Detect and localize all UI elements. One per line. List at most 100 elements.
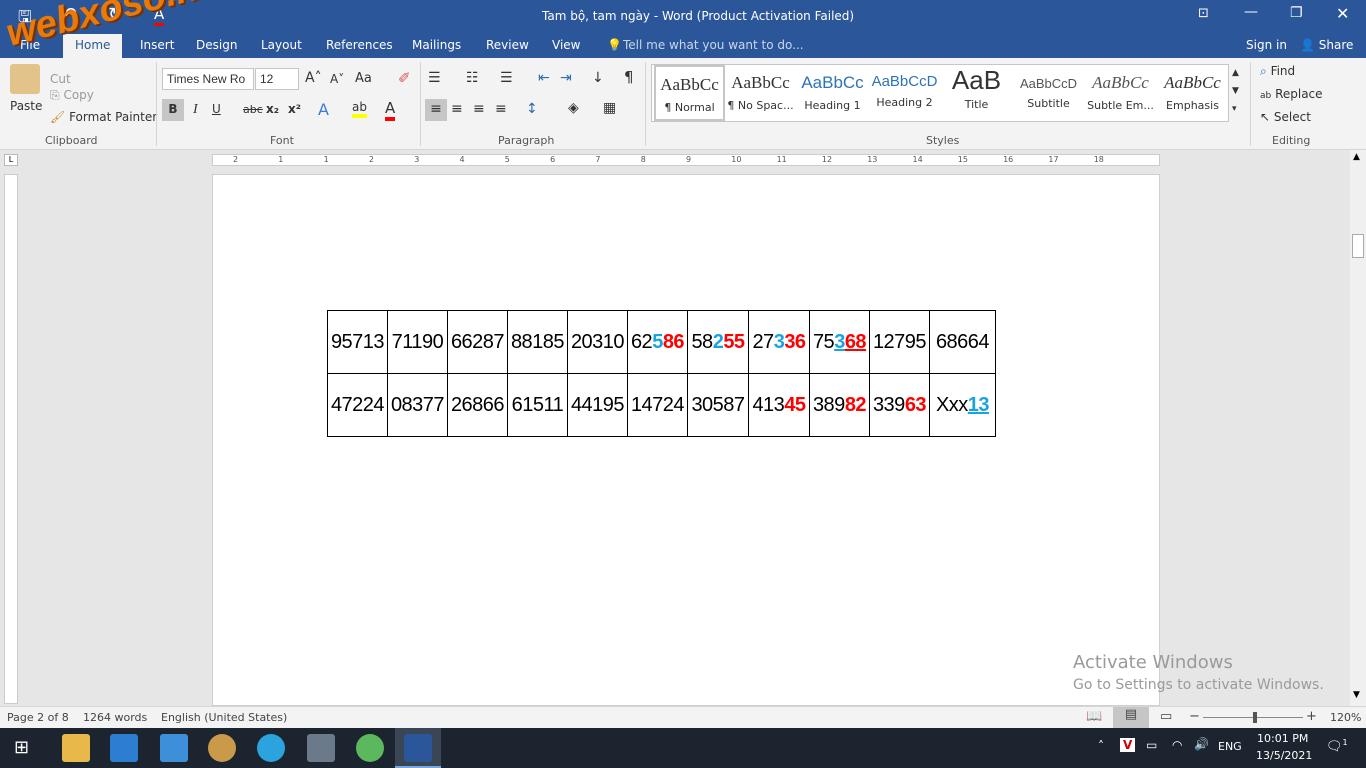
minimize-button[interactable]: — — [1244, 4, 1258, 20]
style-title[interactable]: AaB Title — [941, 65, 1012, 121]
browser-icon[interactable] — [356, 734, 384, 762]
table-cell[interactable]: 62586 — [627, 310, 688, 374]
style-emphasis[interactable]: AaBbCc Emphasis — [1157, 65, 1228, 121]
store-icon[interactable] — [110, 734, 138, 762]
subscript-button[interactable]: x₂ — [266, 102, 279, 116]
table-cell[interactable]: 33963 — [869, 373, 930, 437]
font-size-select[interactable]: 12 — [255, 68, 299, 90]
paste-button[interactable]: Paste — [10, 99, 42, 113]
read-mode-icon[interactable]: 📖 — [1086, 709, 1102, 724]
tab-selector[interactable]: L — [4, 154, 18, 166]
table-cell[interactable]: 14724 — [627, 373, 688, 437]
zoom-slider-thumb[interactable] — [1253, 712, 1257, 723]
sort-icon[interactable]: ↓ — [592, 70, 604, 86]
antivirus-icon[interactable]: V — [1120, 738, 1136, 752]
telegram-icon[interactable] — [257, 734, 285, 762]
align-left-icon[interactable]: ≡ — [425, 99, 447, 121]
tab-references[interactable]: References — [326, 38, 393, 52]
change-case-button[interactable]: Aa — [355, 71, 372, 86]
paint-icon[interactable] — [208, 734, 236, 762]
table-cell[interactable]: 38982 — [809, 373, 870, 437]
tab-design[interactable]: Design — [196, 38, 237, 52]
format-painter-button[interactable]: 🖌 Format Painter — [50, 110, 157, 124]
grow-font-icon[interactable]: A˄ — [305, 70, 322, 86]
table-cell[interactable]: 30587 — [687, 373, 749, 437]
calculator-icon[interactable] — [307, 734, 335, 762]
file-explorer-icon[interactable] — [62, 734, 90, 762]
bold-button[interactable]: B — [162, 99, 184, 121]
find-button[interactable]: ⌕ Find — [1260, 64, 1295, 79]
tab-mailings[interactable]: Mailings — [412, 38, 461, 52]
control-panel-icon[interactable] — [160, 734, 188, 762]
tab-view[interactable]: View — [552, 38, 580, 52]
decrease-indent-icon[interactable]: ⇤ — [538, 70, 550, 86]
notifications-icon[interactable]: 🗨1 — [1326, 738, 1348, 754]
style-subtle-emphasis[interactable]: AaBbCc Subtle Em... — [1085, 65, 1156, 121]
tab-review[interactable]: Review — [486, 38, 529, 52]
web-layout-icon[interactable]: ▭ — [1160, 709, 1172, 724]
justify-icon[interactable]: ≡ — [495, 101, 507, 117]
numbering-icon[interactable]: ☷ — [466, 70, 479, 86]
table-cell[interactable]: 26866 — [447, 373, 508, 437]
clock-date[interactable]: 13/5/2021 — [1256, 749, 1312, 762]
underline-button[interactable]: U — [212, 102, 221, 116]
zoom-out-button[interactable]: − — [1189, 709, 1200, 724]
style-no-spacing[interactable]: AaBbCc ¶ No Spac... — [725, 65, 796, 121]
copy-button[interactable]: ⎘ Copy — [50, 88, 94, 103]
borders-icon[interactable]: ▦ — [603, 100, 616, 116]
wifi-icon[interactable]: ◠ — [1172, 738, 1182, 752]
text-effects-icon[interactable]: A — [318, 100, 329, 119]
table-cell[interactable]: 71190 — [387, 310, 448, 374]
cut-button[interactable]: Cut — [50, 72, 71, 86]
table-cell[interactable]: 68664 — [929, 310, 996, 374]
font-color-icon[interactable]: A — [385, 99, 396, 121]
sign-in-link[interactable]: Sign in — [1246, 38, 1287, 52]
shrink-font-icon[interactable]: A˅ — [330, 72, 344, 86]
paste-icon[interactable] — [10, 64, 40, 94]
ribbon-display-icon[interactable]: ⊡ — [1198, 6, 1209, 21]
styles-scroll-down[interactable]: ▼ — [1232, 86, 1239, 96]
show-hidden-icons[interactable]: ˄ — [1098, 739, 1104, 753]
italic-button[interactable]: I — [193, 102, 198, 118]
table-cell[interactable]: 95713 — [327, 310, 388, 374]
horizontal-ruler[interactable]: 2 1 1 2 3 4 5 6 7 8 9 10 11 12 13 14 15 16 17 18 — [212, 154, 1160, 166]
table-cell[interactable]: 08377 — [387, 373, 448, 437]
style-normal[interactable]: AaBbCc ¶ Normal — [654, 65, 725, 121]
table-cell[interactable]: 88185 — [507, 310, 568, 374]
align-center-icon[interactable]: ≡ — [451, 101, 463, 117]
superscript-button[interactable]: x² — [288, 102, 301, 116]
align-right-icon[interactable]: ≡ — [473, 101, 485, 117]
vertical-ruler[interactable] — [4, 174, 18, 704]
table-cell[interactable]: 47224 — [327, 373, 388, 437]
input-language[interactable]: ENG — [1218, 740, 1242, 753]
scroll-thumb[interactable] — [1352, 234, 1364, 258]
table-cell[interactable]: 12795 — [869, 310, 930, 374]
scroll-up-arrow[interactable]: ▲ — [1353, 152, 1360, 162]
shading-icon[interactable]: ◈ — [568, 100, 579, 116]
strikethrough-button[interactable]: abc — [243, 103, 263, 116]
document-page[interactable]: 95713 71190 66287 88185 20310 62586 58255 27336… — [212, 174, 1160, 706]
windows-start-icon[interactable]: ⊞ — [14, 737, 29, 758]
tell-me-input[interactable]: Tell me what you want to do... — [623, 38, 804, 52]
table-cell[interactable]: 75368 — [809, 310, 870, 374]
table-cell[interactable]: 41345 — [748, 373, 810, 437]
share-button[interactable]: 👤 Share — [1300, 38, 1353, 52]
line-spacing-icon[interactable]: ↕ — [526, 101, 538, 117]
style-heading-1[interactable]: AaBbCc Heading 1 — [797, 65, 868, 121]
font-name-select[interactable]: Times New Ro — [162, 68, 254, 90]
show-formatting-button[interactable]: ¶ — [624, 68, 634, 86]
language-status[interactable]: English (United States) — [161, 711, 287, 724]
clock-time[interactable]: 10:01 PM — [1257, 732, 1308, 745]
table-cell[interactable]: 20310 — [567, 310, 628, 374]
table-cell[interactable]: Xxx13 — [929, 373, 996, 437]
scroll-down-arrow[interactable]: ▼ — [1353, 690, 1360, 700]
multilevel-list-icon[interactable]: ☰ — [500, 70, 513, 86]
close-button[interactable]: ✕ — [1336, 4, 1349, 23]
page-count[interactable]: Page 2 of 8 — [7, 711, 69, 724]
bullets-icon[interactable]: ☰ — [428, 70, 441, 86]
zoom-level[interactable]: 120% — [1330, 711, 1361, 724]
replace-button[interactable]: ab Replace — [1260, 87, 1323, 101]
select-button[interactable]: ↖ Select — [1260, 110, 1311, 124]
zoom-in-button[interactable]: + — [1306, 709, 1317, 724]
tab-layout[interactable]: Layout — [261, 38, 302, 52]
